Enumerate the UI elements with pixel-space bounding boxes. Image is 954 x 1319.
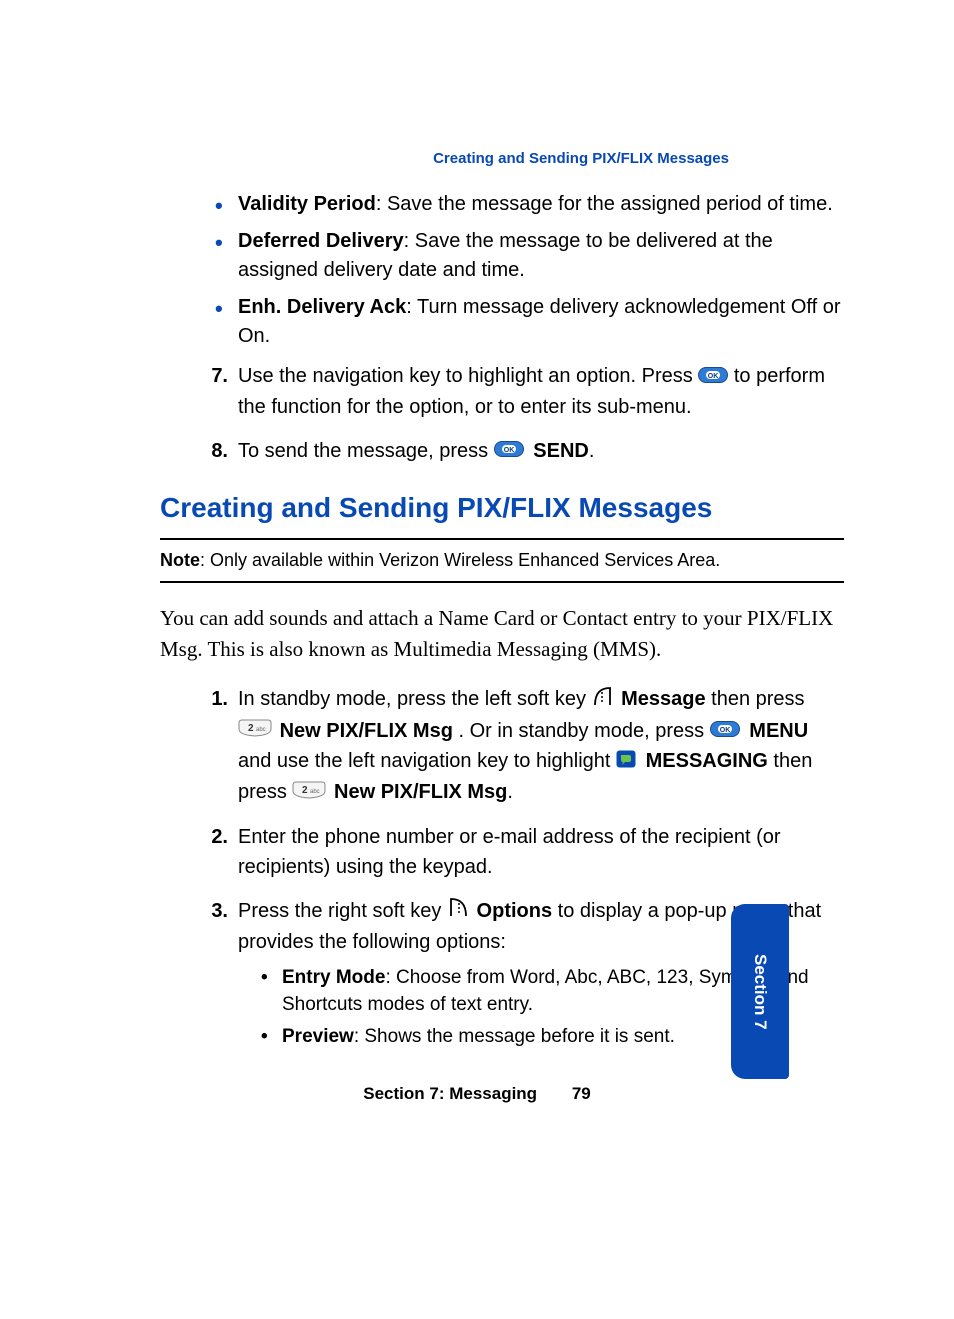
footer-section: Section 7: Messaging	[363, 1084, 537, 1103]
step-number: 7.	[198, 361, 228, 391]
svg-text:abc: abc	[310, 789, 320, 795]
rule-top	[160, 538, 844, 540]
rule-bottom	[160, 581, 844, 583]
continued-steps: 7. Use the navigation key to highlight a…	[198, 361, 844, 466]
step-text: Enter the phone number or e-mail address…	[238, 826, 781, 878]
new-pix-flix-label-2: New PIX/FLIX Msg	[334, 781, 507, 803]
top-bullet-list: Validity Period: Save the message for th…	[210, 190, 844, 351]
step-8: 8. To send the message, press OK SEND.	[198, 436, 844, 467]
section-tab-label: Section 7	[750, 954, 770, 1030]
step-text: Press the right soft key	[238, 900, 447, 922]
bullet-validity: Validity Period: Save the message for th…	[210, 190, 844, 219]
step-number: 1.	[198, 684, 228, 714]
note: Note: Only available within Verizon Wire…	[160, 550, 844, 571]
sub-bullet-desc: : Shows the message before it is sent.	[354, 1026, 675, 1047]
new-pix-flix-label: New PIX/FLIX Msg	[280, 720, 453, 742]
right-softkey-icon	[447, 896, 469, 927]
svg-text:OK: OK	[719, 727, 730, 734]
svg-text:OK: OK	[708, 373, 719, 380]
step-number: 2.	[198, 822, 228, 852]
section-tab: Section 7	[731, 904, 789, 1079]
svg-text:abc: abc	[256, 727, 266, 733]
step-text: .	[507, 781, 513, 803]
running-header: Creating and Sending PIX/FLIX Messages	[433, 150, 729, 167]
step-text: .	[589, 440, 595, 462]
note-label: Note	[160, 550, 200, 570]
step-number: 3.	[198, 896, 228, 926]
bullet-term: Validity Period	[238, 193, 376, 215]
section-heading: Creating and Sending PIX/FLIX Messages	[160, 492, 844, 524]
sub-bullet-term: Preview	[282, 1026, 354, 1047]
key-2-icon: 2abc	[238, 716, 272, 746]
left-softkey-icon	[592, 685, 614, 716]
page-number: 79	[572, 1084, 591, 1104]
page: Creating and Sending PIX/FLIX Messages V…	[0, 0, 954, 1319]
svg-text:2: 2	[302, 785, 308, 796]
bullet-desc: : Save the message for the assigned peri…	[376, 193, 833, 215]
step-1: 1. In standby mode, press the left soft …	[198, 684, 844, 807]
step-7: 7. Use the navigation key to highlight a…	[198, 361, 844, 422]
key-2-icon: 2abc	[292, 778, 326, 808]
message-label: Message	[621, 688, 706, 710]
messaging-icon	[616, 747, 636, 777]
send-label: SEND	[533, 440, 589, 462]
page-footer: Section 7: Messaging 79	[0, 1084, 954, 1104]
intro-paragraph: You can add sounds and attach a Name Car…	[160, 603, 844, 664]
step-2: 2. Enter the phone number or e-mail addr…	[198, 822, 844, 882]
bullet-enh-ack: Enh. Delivery Ack: Turn message delivery…	[210, 293, 844, 351]
step-text: To send the message, press	[238, 440, 494, 462]
step-text: then press	[711, 688, 804, 710]
svg-text:OK: OK	[503, 447, 514, 454]
options-label: Options	[477, 900, 553, 922]
sub-bullet-term: Entry Mode	[282, 967, 385, 988]
bullet-deferred: Deferred Delivery: Save the message to b…	[210, 227, 844, 285]
ok-key-icon: OK	[494, 436, 524, 466]
ok-key-icon: OK	[698, 362, 728, 392]
bullet-term: Deferred Delivery	[238, 230, 404, 252]
step-text: and use the left navigation key to highl…	[238, 750, 616, 772]
step-number: 8.	[198, 436, 228, 466]
note-text: : Only available within Verizon Wireless…	[200, 550, 720, 570]
menu-label: MENU	[749, 720, 808, 742]
step-text: In standby mode, press the left soft key	[238, 688, 592, 710]
messaging-label: MESSAGING	[646, 750, 768, 772]
bullet-term: Enh. Delivery Ack	[238, 296, 406, 318]
ok-key-icon: OK	[710, 716, 740, 746]
step-text: . Or in standby mode, press	[458, 720, 709, 742]
svg-text:2: 2	[248, 723, 254, 734]
step-text: Use the navigation key to highlight an o…	[238, 365, 698, 387]
